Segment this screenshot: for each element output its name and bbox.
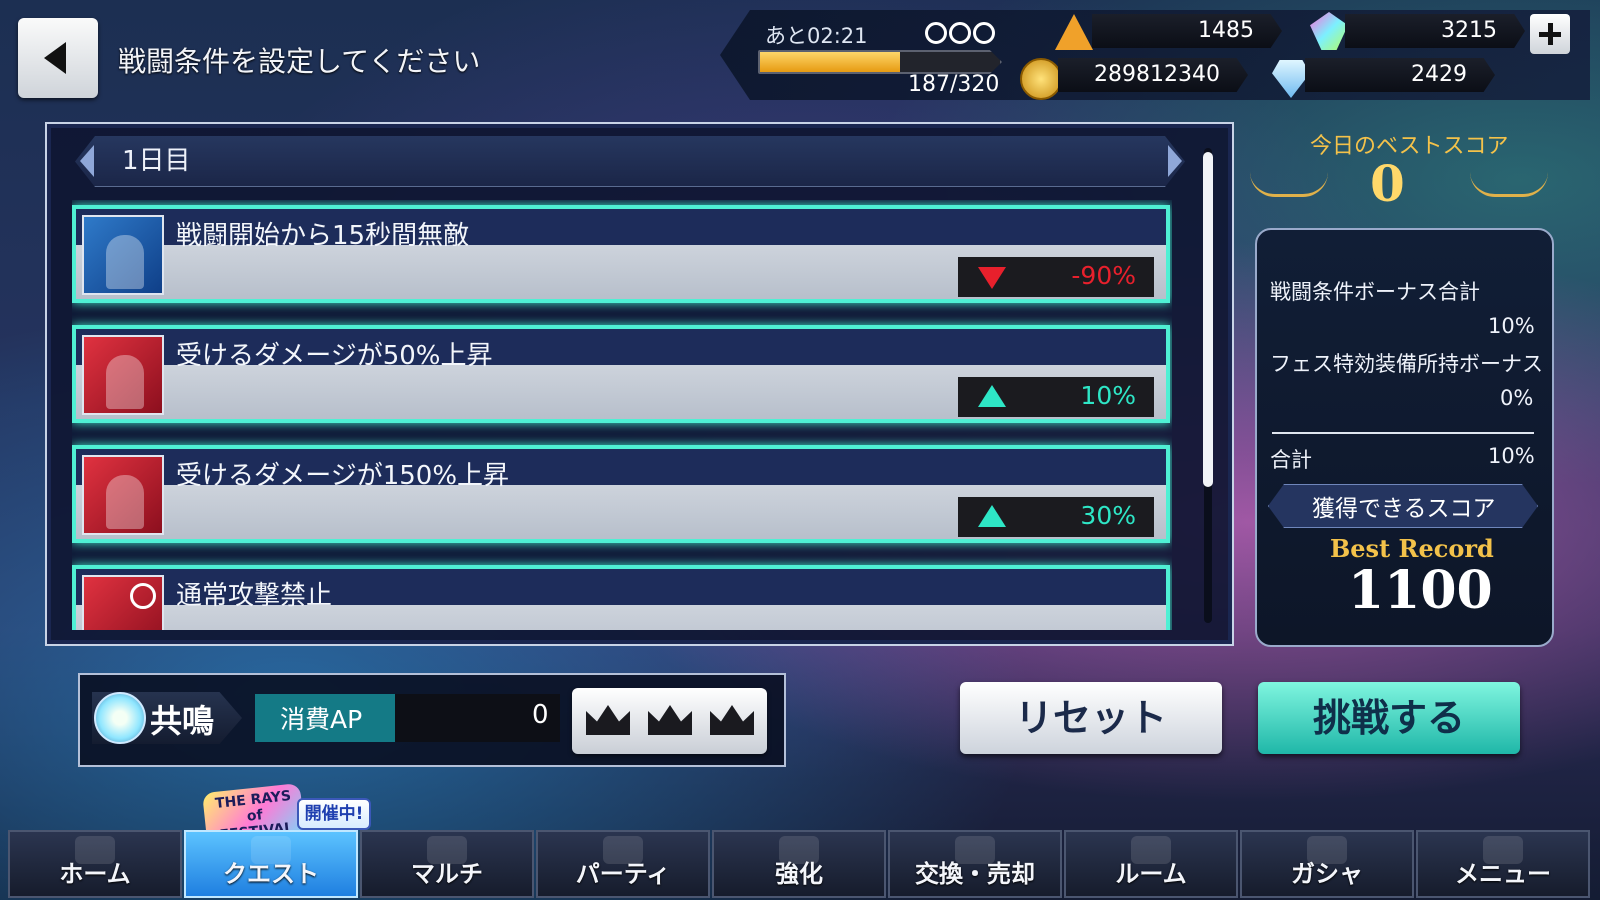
day-label: 1日目 xyxy=(122,146,191,176)
gold-coin-icon xyxy=(1020,58,1062,100)
condition-bonus-value: 10% xyxy=(1488,314,1535,338)
damage-up-icon xyxy=(82,335,164,415)
attack-ban-icon xyxy=(82,575,164,630)
add-crystal-button[interactable] xyxy=(1530,14,1570,54)
arrow-down-icon xyxy=(978,267,1006,289)
page-title: 戦闘条件を設定してください xyxy=(118,45,481,78)
arrow-up-icon xyxy=(978,505,1006,527)
day-prev-arrow-icon[interactable] xyxy=(80,145,94,177)
total-label: 合計 xyxy=(1270,448,1312,472)
diamond-currency: 2429 xyxy=(1305,58,1495,92)
event-tag: 開催中! xyxy=(297,798,371,830)
stamina-bar xyxy=(758,50,1002,74)
ap-value: 0 xyxy=(532,700,549,730)
ornament-right-icon xyxy=(1470,172,1548,197)
challenge-button[interactable]: 挑戦する xyxy=(1258,682,1520,754)
best-score-title: 今日のベストスコア xyxy=(1310,134,1509,159)
nav-room[interactable]: ルーム xyxy=(1064,830,1238,898)
ornament-left-icon xyxy=(1250,172,1328,197)
best-score-value: 0 xyxy=(1370,154,1405,213)
condition-title: 受けるダメージが50%上昇 xyxy=(176,341,493,371)
nav-label: ガシャ xyxy=(1291,860,1363,888)
stamina-text: 187/320 xyxy=(908,72,1000,97)
nav-label: マルチ xyxy=(411,860,483,888)
nav-enhance[interactable]: 強化 xyxy=(712,830,886,898)
resonance-label: 共鳴 xyxy=(150,702,215,740)
condition-value: 10% xyxy=(1080,381,1136,410)
stamina-fill xyxy=(760,52,901,72)
nav-exchange[interactable]: 交換・売却 xyxy=(888,830,1062,898)
nav-label: クエスト xyxy=(223,860,319,888)
day-next-arrow-icon[interactable] xyxy=(1168,145,1182,177)
ap-label: 消費AP xyxy=(280,705,363,734)
condition-value: 30% xyxy=(1080,501,1136,530)
condition-value-box: 10% xyxy=(958,377,1154,417)
nav-menu[interactable]: メニュー xyxy=(1416,830,1590,898)
crystal-currency: 3215 xyxy=(1345,14,1525,48)
nav-label: ルーム xyxy=(1115,860,1187,888)
bottom-nav: ホーム クエスト マルチ パーティ 強化 交換・売却 ルーム ガシャ メニュー xyxy=(8,830,1592,898)
crown-rank-button[interactable] xyxy=(572,688,767,754)
condition-value-box: -90% xyxy=(958,257,1154,297)
scrollbar-thumb[interactable] xyxy=(1203,152,1213,487)
condition-title: 戦闘開始から15秒間無敵 xyxy=(176,221,470,251)
fes-bonus-value: 0% xyxy=(1500,386,1534,410)
condition-card[interactable]: 戦闘開始から15秒間無敵 -90% xyxy=(72,205,1170,303)
best-record-value: 1100 xyxy=(1348,560,1493,621)
pyramid-currency: 1485 xyxy=(1092,14,1282,48)
nav-quest[interactable]: クエスト xyxy=(184,830,358,898)
divider xyxy=(1272,432,1534,434)
crown-icon xyxy=(648,705,692,735)
condition-value-box: 30% xyxy=(958,497,1154,537)
nav-label: 交換・売却 xyxy=(915,860,1035,888)
nav-party[interactable]: パーティ xyxy=(536,830,710,898)
reset-button[interactable]: リセット xyxy=(960,682,1222,754)
stamina-dots xyxy=(925,22,997,48)
condition-card[interactable]: 受けるダメージが150%上昇 30% xyxy=(72,445,1170,543)
arrow-up-icon xyxy=(978,385,1006,407)
damage-up-icon xyxy=(82,455,164,535)
nav-home[interactable]: ホーム xyxy=(8,830,182,898)
nav-gacha[interactable]: ガシャ xyxy=(1240,830,1414,898)
best-record-label: Best Record xyxy=(1330,534,1494,563)
condition-value: -90% xyxy=(1071,261,1136,290)
nav-label: 強化 xyxy=(775,860,823,888)
condition-card[interactable]: 通常攻撃禁止 xyxy=(72,565,1170,630)
time-remaining: あと02:21 xyxy=(765,24,868,48)
nav-label: メニュー xyxy=(1455,860,1551,888)
condition-card[interactable]: 受けるダメージが50%上昇 10% xyxy=(72,325,1170,423)
crown-icon xyxy=(710,705,754,735)
nav-label: パーティ xyxy=(575,860,671,888)
invincible-icon xyxy=(82,215,164,295)
back-button[interactable] xyxy=(18,18,98,98)
conditions-list: 戦闘開始から15秒間無敵 -90% 受けるダメージが50%上昇 10% 受けるダ… xyxy=(72,200,1172,630)
nav-multi[interactable]: マルチ xyxy=(360,830,534,898)
condition-title: 通常攻撃禁止 xyxy=(176,581,333,611)
fes-bonus-label: フェス特効装備所持ボーナス xyxy=(1270,352,1543,376)
day-selector xyxy=(75,136,1185,187)
condition-title: 受けるダメージが150%上昇 xyxy=(176,461,510,491)
condition-bonus-label: 戦闘条件ボーナス合計 xyxy=(1270,280,1480,304)
pyramid-currency-icon xyxy=(1055,14,1093,50)
crown-icon xyxy=(586,705,630,735)
total-value: 10% xyxy=(1488,444,1535,468)
resonance-orb-icon xyxy=(94,692,146,744)
obtainable-score-label: 獲得できるスコア xyxy=(1312,496,1496,522)
gold-currency: 289812340 xyxy=(1058,58,1248,92)
nav-label: ホーム xyxy=(59,860,131,888)
